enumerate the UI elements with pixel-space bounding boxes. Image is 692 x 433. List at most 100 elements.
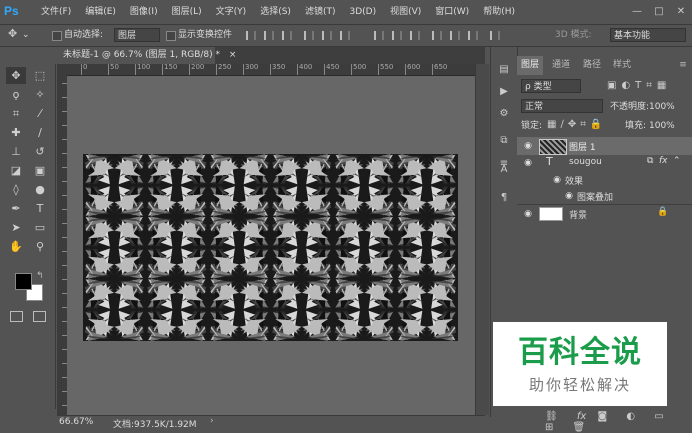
move-tool-icon[interactable]: ✥ (8, 27, 17, 40)
menu-item[interactable]: 3D(D) (342, 0, 383, 24)
tab-channels[interactable]: 通道 (547, 56, 575, 75)
align-hcenter-icon[interactable] (322, 31, 332, 40)
distribute-top-icon[interactable] (374, 31, 384, 40)
align-left-icon[interactable] (304, 31, 314, 40)
close-button[interactable]: ✕ (670, 0, 692, 24)
align-bottom-icon[interactable] (282, 31, 292, 40)
visibility-eye-icon[interactable]: ◉ (563, 190, 575, 202)
align-right-icon[interactable] (340, 31, 350, 40)
foreground-color-swatch[interactable] (15, 273, 32, 290)
adjustments-icon[interactable]: ⚙ (495, 105, 513, 122)
distribute-vcenter-icon[interactable] (392, 31, 402, 40)
ruler-label: 250 (218, 63, 232, 71)
menu-item[interactable]: 文字(Y) (209, 0, 254, 24)
brush-tool[interactable]: ∕ (30, 124, 50, 141)
close-tab-icon[interactable]: × (229, 50, 237, 60)
screen-mode-icon[interactable] (33, 311, 46, 322)
menu-item[interactable]: 帮助(H) (476, 0, 522, 24)
lock-icons[interactable]: ▦∕✥⌗🔒 (547, 119, 606, 130)
visibility-eye-icon[interactable]: ◉ (522, 157, 534, 169)
hand-tool[interactable]: ✋ (6, 238, 26, 255)
ruler-label: 50 (110, 63, 119, 71)
menu-item[interactable]: 图层(L) (165, 0, 209, 24)
menu-item[interactable]: 视图(V) (383, 0, 428, 24)
lasso-tool[interactable]: ϙ (6, 86, 26, 103)
vertical-scrollbar[interactable] (475, 64, 489, 415)
show-transform-checkbox[interactable] (166, 31, 176, 41)
layer-row-background[interactable]: ◉ 背景 🔒 (517, 204, 692, 223)
eyedropper-tool[interactable]: ⁄ (30, 105, 50, 122)
auto-select-dropdown[interactable]: 图层 (114, 28, 160, 42)
healing-tool[interactable]: ✚ (6, 124, 26, 141)
effect-name[interactable]: 图案叠加 (577, 190, 613, 203)
layer-name[interactable]: sougou (569, 157, 602, 167)
layer-row-sougou[interactable]: ◉ T sougou ⧉ fx ⌃ (517, 155, 692, 172)
distribute-hcenter-icon[interactable] (450, 31, 460, 40)
maximize-button[interactable]: □ (648, 0, 670, 24)
marquee-tool[interactable]: ⬚ (30, 67, 50, 84)
crop-tool[interactable]: ⌗ (6, 105, 26, 122)
visibility-eye-icon[interactable]: ◉ (522, 208, 534, 220)
workspace-dropdown[interactable]: 基本功能 (610, 28, 686, 42)
path-select-tool[interactable]: ➤ (6, 219, 26, 236)
move-tool[interactable]: ✥ (6, 67, 26, 84)
horizontal-ruler[interactable]: 0 50 100 150 200 250 300 350 400 450 500 550 600 650 (67, 63, 475, 76)
gradient-tool[interactable]: ▣ (30, 162, 50, 179)
menu-item[interactable]: 编辑(E) (78, 0, 123, 24)
eraser-tool[interactable]: ◪ (6, 162, 26, 179)
filter-icons[interactable]: ▣◐T⌗▦ (607, 80, 671, 91)
menu-item[interactable]: 窗口(W) (428, 0, 476, 24)
menu-item[interactable]: 滤镜(T) (298, 0, 343, 24)
auto-select-checkbox[interactable] (52, 31, 62, 41)
fill-value[interactable]: 100% (649, 120, 675, 133)
menu-item[interactable]: 文件(F) (34, 0, 78, 24)
menu-item[interactable]: 选择(S) (253, 0, 298, 24)
effect-row-pattern-overlay[interactable]: ◉ 图案叠加 (517, 188, 692, 204)
auto-align-icon[interactable] (490, 31, 500, 40)
opacity-value[interactable]: 100% (649, 101, 675, 114)
layer-name[interactable]: 图层 1 (569, 140, 596, 153)
visibility-eye-icon[interactable]: ◉ (551, 174, 563, 186)
distribute-right-icon[interactable] (468, 31, 478, 40)
swap-colors-icon[interactable]: ↰ (36, 271, 44, 281)
layer-actions-bar[interactable]: ⛓ fx ◙ ◐ ▭ ⊞ 🗑 (545, 411, 692, 433)
distribute-bottom-icon[interactable] (410, 31, 420, 40)
fx-badge[interactable]: fx (659, 156, 668, 166)
panel-menu-icon[interactable]: ≡ (677, 56, 689, 75)
distribute-left-icon[interactable] (432, 31, 442, 40)
pattern-artwork[interactable] (83, 154, 458, 341)
actions-play-icon[interactable]: ▶ (495, 83, 513, 100)
tab-layers[interactable]: 图层 (517, 56, 543, 75)
quick-mask-icon[interactable] (10, 311, 23, 322)
history-panel-icon[interactable]: ▤ (495, 61, 513, 78)
layer-name[interactable]: 背景 (569, 208, 587, 221)
layer-row-layer1[interactable]: ◉ 图层 1 (517, 137, 692, 155)
blend-mode-dropdown[interactable]: 正常 (521, 99, 603, 113)
zoom-tool[interactable]: ⚲ (30, 238, 50, 255)
menu-item[interactable]: 图像(I) (123, 0, 165, 24)
clone-source-icon[interactable]: ⧉ (495, 132, 513, 149)
status-arrow-icon[interactable]: › (210, 416, 214, 426)
stamp-tool[interactable]: ⊥ (6, 143, 26, 160)
shape-tool[interactable]: ▭ (30, 219, 50, 236)
tab-paths[interactable]: 路径 (579, 56, 605, 75)
pen-tool[interactable]: ✒ (6, 200, 26, 217)
align-vcenter-icon[interactable] (264, 31, 274, 40)
magic-wand-tool[interactable]: ✧ (30, 86, 50, 103)
expand-effects-icon[interactable]: ⌃ (673, 156, 681, 166)
tab-styles[interactable]: 样式 (609, 56, 635, 75)
minimize-button[interactable]: — (626, 0, 648, 24)
blur-tool[interactable]: ◊ (6, 181, 26, 198)
document-tab[interactable]: 未标题-1 @ 66.7% (图层 1, RGB/8) * × (57, 47, 236, 64)
chevron-down-icon[interactable]: ⌄ (22, 29, 30, 42)
zoom-level[interactable]: 66.67% (59, 417, 93, 427)
paragraph-panel-icon[interactable]: ¶ (495, 189, 513, 206)
dodge-tool[interactable]: ● (30, 181, 50, 198)
effects-row[interactable]: ◉ 效果 (517, 172, 692, 188)
align-top-icon[interactable] (246, 31, 256, 40)
character-panel-icon[interactable]: A (495, 161, 513, 178)
layer-filter-dropdown[interactable]: ρ 类型 (521, 79, 581, 93)
history-brush-tool[interactable]: ↺ (30, 143, 50, 160)
type-tool[interactable]: T (30, 200, 50, 217)
visibility-eye-icon[interactable]: ◉ (522, 140, 534, 152)
